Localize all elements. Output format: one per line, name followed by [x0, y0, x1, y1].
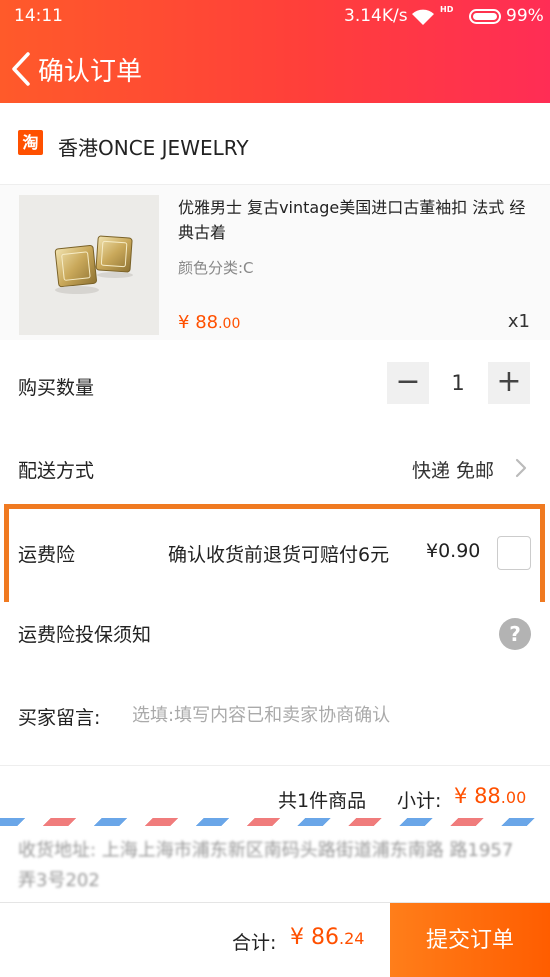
insurance-label: 运费险	[18, 544, 76, 566]
subtotal-value: ¥ 88.00	[454, 784, 526, 808]
shop-header[interactable]: 淘 香港ONCE JEWELRY	[0, 103, 550, 185]
subtotal-dec: .00	[500, 788, 527, 807]
product-title: 优雅男士 复古vintage美国进口古董袖扣 法式 经典古着	[178, 198, 526, 242]
taobao-shop-icon: 淘	[18, 130, 43, 155]
product-quantity: x1	[507, 311, 530, 332]
insurance-description: 确认收货前退货可赔付6元	[168, 544, 390, 566]
quantity-row: 购买数量 − 1 +	[0, 340, 550, 428]
footer-bar: 合计: ¥ 86.24 提交订单	[0, 902, 550, 977]
total-symbol: ¥	[290, 925, 304, 950]
total-value: ¥ 86.24	[290, 925, 364, 950]
chevron-right-icon	[515, 458, 527, 478]
question-icon[interactable]: ?	[499, 618, 531, 650]
status-time: 14:11	[14, 6, 63, 26]
price-int: 88	[195, 312, 219, 333]
battery-percent: 99%	[506, 6, 544, 26]
product-item[interactable]: 优雅男士 复古vintage美国进口古董袖扣 法式 经典古着 颜色分类:C ¥ …	[0, 185, 550, 340]
submit-order-button[interactable]: 提交订单	[390, 903, 550, 977]
shipping-value: 快递 免邮	[411, 460, 494, 482]
subtotal-symbol: ¥	[454, 784, 468, 808]
network-speed: 3.14K/s	[344, 6, 408, 26]
subtotal-label: 小计:	[397, 790, 442, 812]
insurance-price: ¥0.90	[426, 540, 481, 562]
price-symbol: ¥	[178, 312, 190, 333]
shop-name: 香港ONCE JEWELRY	[58, 136, 249, 160]
wifi-icon	[412, 9, 434, 25]
subtotal-int: 88	[474, 784, 501, 808]
battery-icon	[469, 9, 501, 24]
product-image	[19, 195, 159, 335]
shipping-insurance-row: 运费险 确认收货前退货可赔付6元 ¥0.90	[0, 506, 550, 602]
buyer-message-row: 买家留言:	[0, 666, 550, 766]
total-label: 合计:	[232, 932, 277, 954]
product-variant: 颜色分类:C	[178, 259, 254, 277]
buyer-message-label: 买家留言:	[18, 707, 101, 729]
total-dec: .24	[339, 929, 365, 948]
insurance-notice-row[interactable]: 运费险投保须知 ?	[0, 602, 550, 666]
page-title: 确认订单	[38, 57, 143, 87]
insurance-checkbox[interactable]	[497, 536, 531, 570]
quantity-label: 购买数量	[18, 377, 95, 399]
quantity-value[interactable]: 1	[437, 371, 479, 395]
shipping-address[interactable]: 收货地址: 上海上海市浦东新区南码头路街道浦东南路 路1957弄3号202	[0, 826, 550, 902]
header-bar: 14:11 3.14K/s HD 99% 确认订单	[0, 0, 550, 103]
address-text: 收货地址: 上海上海市浦东新区南码头路街道浦东南路 路1957弄3号202	[18, 840, 514, 891]
quantity-plus-button[interactable]: +	[488, 362, 530, 404]
price-dec: .00	[218, 316, 241, 332]
shipping-label: 配送方式	[18, 460, 95, 482]
insurance-notice-label: 运费险投保须知	[18, 624, 152, 646]
chevron-left-icon[interactable]	[6, 48, 36, 90]
order-summary-row: 共1件商品 小计: ¥ 88.00	[0, 766, 550, 818]
buyer-message-input[interactable]	[132, 700, 532, 730]
total-int: 86	[311, 925, 339, 950]
nav-bar: 确认订单	[0, 34, 550, 103]
quantity-minus-button[interactable]: −	[387, 362, 429, 404]
item-count: 共1件商品	[278, 790, 367, 812]
airmail-border	[0, 818, 550, 826]
status-bar: 14:11 3.14K/s HD 99%	[0, 0, 550, 34]
hd-indicator: HD	[440, 5, 454, 14]
product-price: ¥ 88.00	[178, 312, 240, 333]
shipping-row[interactable]: 配送方式 快递 免邮	[0, 428, 550, 506]
